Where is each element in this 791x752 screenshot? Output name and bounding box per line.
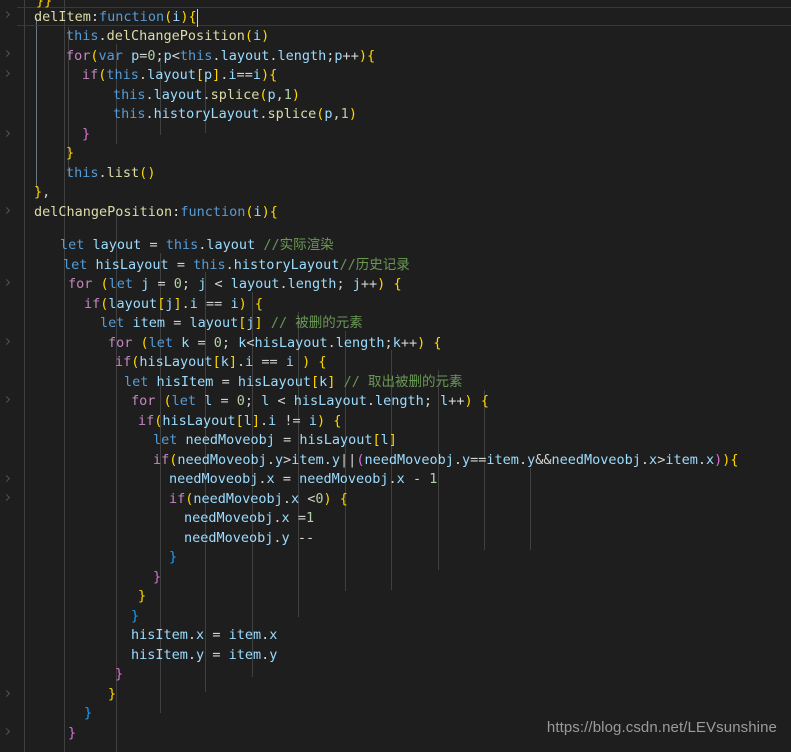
code-line[interactable]: if(hisLayout[l].i != i) { (0, 412, 341, 432)
code-line[interactable]: } (0, 704, 92, 724)
code-line[interactable]: }, (0, 183, 50, 203)
code-line[interactable]: let item = layout[j] // 被删的元素 (0, 314, 363, 334)
code-line[interactable]: let hisLayout = this.historyLayout//历史记录 (0, 256, 410, 276)
code-line[interactable]: for(var p=0;p<this.layout.length;p++){ (0, 47, 375, 67)
code-line[interactable]: } (0, 125, 90, 145)
code-line[interactable]: this.delChangePosition(i) (0, 27, 269, 47)
code-line[interactable]: } (0, 724, 76, 744)
code-line[interactable]: this.layout.splice(p,1) (0, 86, 300, 106)
code-line[interactable]: hisItem.y = item.y (0, 646, 277, 666)
code-line[interactable]: } (0, 568, 161, 588)
code-line[interactable]: let hisItem = hisLayout[k] // 取出被删的元素 (0, 373, 462, 393)
code-line[interactable]: if(this.layout[p].i==i){ (0, 66, 277, 86)
indent-guide (530, 468, 531, 550)
code-line[interactable]: } (0, 587, 146, 607)
code-line[interactable]: } (0, 607, 139, 627)
code-line[interactable]: needMoveobj.x = needMoveobj.x - 1 (0, 470, 437, 490)
code-line[interactable]: let layout = this.layout //实际渲染 (0, 236, 334, 256)
code-line[interactable]: for (let l = 0; l < hisLayout.length; l+… (0, 392, 489, 412)
code-line[interactable]: if(needMoveobj.y>item.y||(needMoveobj.y=… (0, 451, 739, 471)
code-line[interactable]: delChangePosition:function(i){ (0, 203, 278, 223)
code-line[interactable]: if(hisLayout[k].i == i ) { (0, 353, 327, 373)
code-line[interactable]: for (let k = 0; k<hisLayout.length;k++) … (0, 334, 442, 354)
code-line[interactable]: this.list() (0, 164, 155, 184)
code-line[interactable]: } (0, 685, 116, 705)
code-line[interactable]: needMoveobj.x =1 (0, 509, 314, 529)
code-line[interactable]: let needMoveobj = hisLayout[l] (0, 431, 397, 451)
code-line[interactable]: if(needMoveobj.x <0) { (0, 490, 348, 510)
code-line[interactable]: needMoveobj.y -- (0, 529, 314, 549)
code-line[interactable]: hisItem.x = item.x (0, 626, 277, 646)
code-line[interactable]: } (0, 665, 123, 685)
watermark-url: https://blog.csdn.net/LEVsunshine (546, 719, 777, 737)
code-editor-pane[interactable]: }} delItem:function(i){this.delChangePosi… (0, 0, 791, 752)
code-line[interactable]: } (0, 144, 74, 164)
code-line[interactable]: } (0, 548, 177, 568)
code-line[interactable]: this.historyLayout.splice(p,1) (0, 105, 357, 125)
code-line[interactable]: for (let j = 0; j < layout.length; j++) … (0, 275, 402, 295)
code-line[interactable]: if(layout[j].i == i) { (0, 295, 263, 315)
code-line[interactable]: delItem:function(i){ (0, 8, 197, 28)
text-cursor (196, 9, 199, 27)
